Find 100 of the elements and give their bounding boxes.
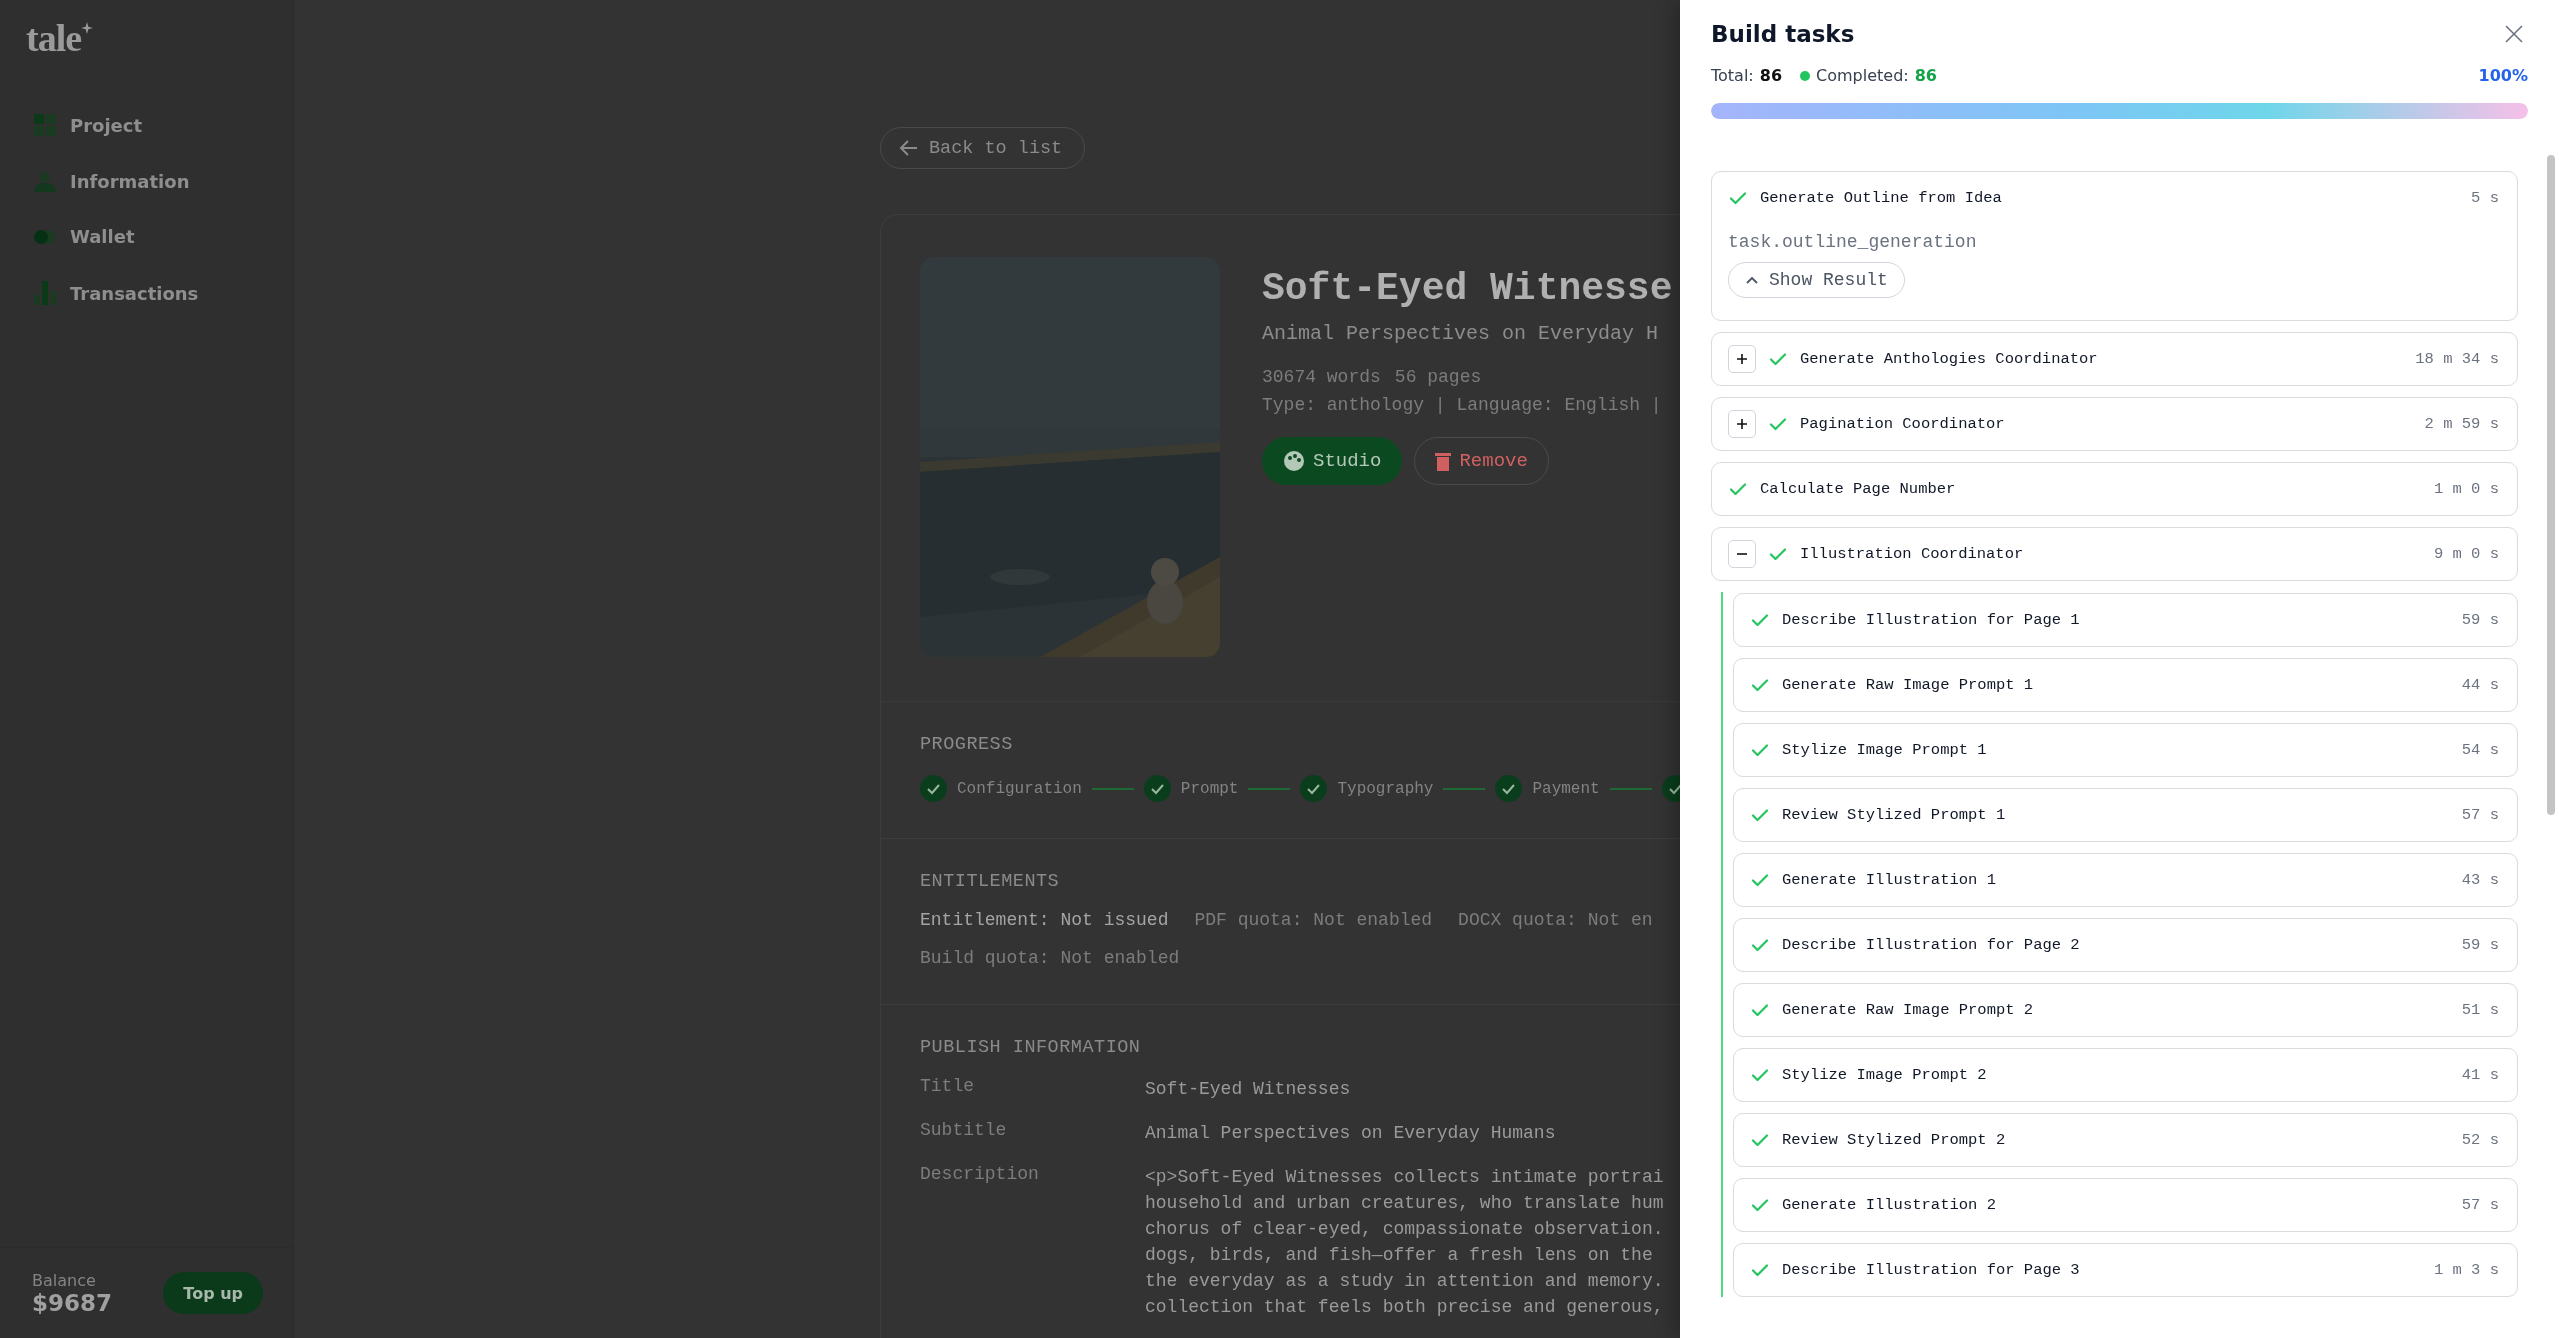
field-label: Title [920, 1076, 974, 1098]
task-name: Review Stylized Prompt 1 [1782, 806, 2006, 824]
step-label: Configuration [957, 779, 1082, 798]
field-value: household and urban creatures, who translate hum [1145, 1192, 1664, 1215]
task-card[interactable]: Generate Raw Image Prompt 2 51 s [1733, 983, 2518, 1037]
caret-up-icon [1745, 275, 1759, 285]
task-name: Generate Anthologies Coordinator [1800, 350, 2098, 368]
nav-item[interactable]: Wallet [34, 226, 135, 247]
task-name: Generate Illustration 1 [1782, 871, 1996, 889]
percent-complete: 100% [2478, 66, 2528, 85]
task-name: Describe Illustration for Page 2 [1782, 936, 2080, 954]
sparkle-icon [81, 22, 94, 34]
task-name: Stylize Image Prompt 1 [1782, 741, 1987, 759]
step-label: Payment [1532, 779, 1600, 798]
task-card[interactable]: Describe Illustration for Page 1 59 s [1733, 593, 2518, 647]
book-subtitle: Animal Perspectives on Everyday H [1262, 322, 1659, 345]
field-value: chorus of clear-eyed, compassionate observation. [1145, 1218, 1664, 1241]
field-value: <p>Soft-Eyed Witnesses collects intimate portrai [1145, 1166, 1664, 1189]
book-details: Type: anthology | Language: English | [1262, 395, 1662, 415]
task-card[interactable]: Describe Illustration for Page 2 59 s [1733, 918, 2518, 972]
field-value: dogs, birds, and fish—offer a fresh lens on the [1145, 1244, 1653, 1267]
top-up-button[interactable]: Top up [163, 1272, 263, 1314]
entitlement-text: DOCX quota: Not en [1458, 910, 1653, 930]
book-stat: 56 pages [1394, 367, 1482, 387]
task-duration: 59 s [2461, 611, 2499, 629]
plus-icon [1735, 352, 1749, 366]
expand-button[interactable] [1728, 410, 1756, 438]
nav-item[interactable]: Transactions [34, 281, 199, 305]
task-card[interactable]: Stylize Image Prompt 2 41 s [1733, 1048, 2518, 1102]
task-card[interactable]: Calculate Page Number 1 m 0 s [1711, 462, 2518, 516]
toggle-icon [34, 228, 56, 245]
arrow-left-icon [899, 139, 919, 157]
entitlement-text: PDF quota: Not enabled [1194, 910, 1433, 930]
person-icon [34, 170, 56, 192]
task-duration: 57 s [2461, 1196, 2499, 1214]
balance-label: Balance [32, 1270, 97, 1290]
book-stat: 30674 words [1262, 367, 1381, 387]
task-card[interactable]: Describe Illustration for Page 3 1 m 3 s [1733, 1243, 2518, 1297]
task-duration: 2 m 59 s [2424, 415, 2499, 433]
step-label: Typography [1337, 779, 1434, 798]
task-name: Review Stylized Prompt 2 [1782, 1131, 2006, 1149]
task-duration: 18 m 34 s [2415, 350, 2499, 368]
task-duration: 52 s [2461, 1131, 2499, 1149]
task-duration: 43 s [2461, 871, 2499, 889]
nav-item[interactable]: Project [34, 114, 143, 136]
field-value: collection that feels both precise and generous, [1145, 1296, 1664, 1319]
task-card[interactable]: Illustration Coordinator 9 m 0 s [1711, 527, 2518, 581]
field-value: Soft-Eyed Witnesses [1145, 1078, 1351, 1101]
task-duration: 9 m 0 s [2433, 545, 2499, 563]
nav-item[interactable]: Information [34, 170, 190, 192]
task-name: Stylize Image Prompt 2 [1782, 1066, 1987, 1084]
task-name: Illustration Coordinator [1800, 545, 2024, 563]
show-result-button[interactable]: Show Result [1728, 262, 1905, 298]
task-duration: 51 s [2461, 1001, 2499, 1019]
task-duration: 57 s [2461, 806, 2499, 824]
task-card[interactable]: Generate Raw Image Prompt 1 44 s [1733, 658, 2518, 712]
status-dot [1800, 70, 1811, 81]
studio-button[interactable]: Studio [1262, 437, 1403, 485]
field-label: Description [920, 1164, 1039, 1186]
task-name: Generate Raw Image Prompt 1 [1782, 676, 2034, 694]
task-card[interactable]: Review Stylized Prompt 2 52 s [1733, 1113, 2518, 1167]
task-name: Calculate Page Number [1760, 480, 1956, 498]
total-count: Total: 86 [1711, 66, 1783, 85]
collapse-button[interactable] [1728, 540, 1756, 568]
expand-button[interactable] [1728, 345, 1756, 373]
entitlement-text: Entitlement: Not issued [920, 910, 1169, 930]
logo: tale [26, 16, 82, 60]
section-heading: ENTITLEMENTS [920, 871, 1060, 892]
completed-count: Completed: 86 [1816, 66, 1937, 85]
panel-title: Build tasks [1711, 21, 1855, 47]
field-label: Subtitle [920, 1120, 1007, 1142]
scrollbar[interactable] [2547, 155, 2555, 815]
task-duration: 54 s [2461, 741, 2499, 759]
task-card[interactable]: Generate Illustration 1 43 s [1733, 853, 2518, 907]
balance-amount: $9687 [32, 1289, 113, 1316]
trash-icon [1435, 451, 1452, 471]
task-card[interactable]: Review Stylized Prompt 1 57 s [1733, 788, 2518, 842]
grid-icon [34, 114, 56, 136]
task-name: Pagination Coordinator [1800, 415, 2005, 433]
task-duration: 59 s [2461, 936, 2499, 954]
task-name: Generate Illustration 2 [1782, 1196, 1996, 1214]
bar-chart-icon [34, 281, 56, 305]
step-label: Prompt [1180, 779, 1239, 798]
task-code: task.outline_generation [1728, 232, 1977, 252]
field-value: the everyday as a study in attention and memory. [1145, 1270, 1664, 1293]
task-card[interactable]: Pagination Coordinator 2 m 59 s [1711, 397, 2518, 451]
task-card[interactable]: Stylize Image Prompt 1 54 s [1733, 723, 2518, 777]
task-card[interactable]: Generate Anthologies Coordinator 18 m 34 s [1711, 332, 2518, 386]
task-name: Generate Raw Image Prompt 2 [1782, 1001, 2034, 1019]
task-name: Generate Outline from Idea [1760, 189, 2002, 207]
task-duration: 5 s [2471, 189, 2499, 207]
task-card[interactable]: Generate Illustration 2 57 s [1733, 1178, 2518, 1232]
task-duration: 44 s [2461, 676, 2499, 694]
task-card[interactable]: Generate Outline from Idea 5 s task.outline_generation Show Result [1711, 171, 2518, 321]
task-duration: 1 m 3 s [2433, 1261, 2499, 1279]
task-name: Describe Illustration for Page 3 [1782, 1261, 2080, 1279]
field-value: Animal Perspectives on Everyday Humans [1145, 1122, 1556, 1145]
task-duration: 41 s [2461, 1066, 2499, 1084]
section-heading: PROGRESS [920, 734, 1013, 755]
section-heading: PUBLISH INFORMATION [920, 1037, 1141, 1058]
